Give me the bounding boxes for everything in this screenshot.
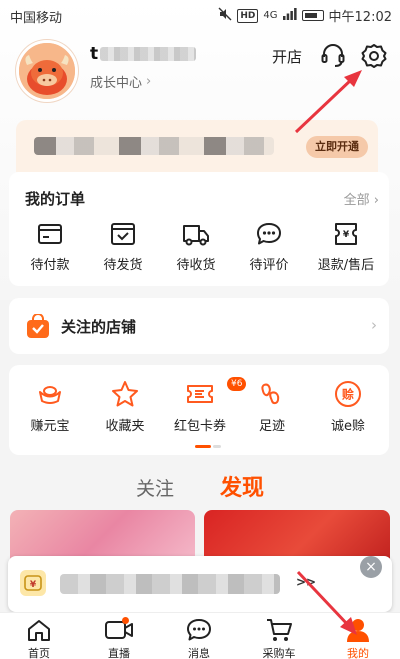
avatar[interactable] bbox=[16, 40, 78, 102]
order-label: 待发货 bbox=[103, 258, 143, 273]
tab-follow[interactable]: 关注 bbox=[136, 474, 174, 501]
order-pending-receipt[interactable]: 待收货 bbox=[161, 220, 231, 273]
followed-shops-card[interactable]: 关注的店铺 › bbox=[9, 298, 389, 354]
promo-arrow: >> bbox=[296, 575, 317, 589]
coupon-icon bbox=[187, 385, 213, 403]
carrier-name: 中国移动 bbox=[10, 11, 63, 26]
nav-label: 消息 bbox=[188, 647, 210, 659]
home-icon bbox=[28, 620, 50, 641]
username: t bbox=[90, 44, 99, 64]
nav-label: 我的 bbox=[347, 647, 369, 659]
mute-icon bbox=[218, 7, 232, 24]
message-icon bbox=[187, 619, 211, 641]
tool-earn-ingot[interactable]: 赚元宝 bbox=[15, 379, 85, 434]
floating-promo-bar[interactable]: ¥ >> × bbox=[8, 556, 392, 612]
clock: 中午12:02 bbox=[328, 10, 392, 25]
order-label: 退款/售后 bbox=[317, 258, 375, 273]
footprint-icon bbox=[261, 383, 280, 405]
wallet-icon bbox=[38, 224, 62, 244]
tool-footprint[interactable]: 足迹 bbox=[237, 379, 307, 434]
tool-favorites[interactable]: 收藏夹 bbox=[90, 379, 160, 434]
order-label: 待付款 bbox=[30, 258, 70, 273]
tool-label: 红包卡券 bbox=[173, 419, 226, 434]
svg-text:¥: ¥ bbox=[30, 580, 37, 590]
chevron-right-icon: › bbox=[146, 74, 152, 89]
activate-now-button[interactable]: 立即开通 bbox=[306, 136, 368, 158]
growth-center-label: 成长中心 bbox=[90, 76, 143, 91]
shop-bag-icon bbox=[25, 313, 51, 340]
person-icon bbox=[347, 619, 369, 642]
truck-icon bbox=[183, 225, 209, 246]
order-label: 待评价 bbox=[249, 258, 289, 273]
close-icon[interactable]: × bbox=[360, 556, 382, 578]
order-pending-payment[interactable]: 待付款 bbox=[15, 220, 85, 273]
refund-icon: ¥ bbox=[335, 223, 357, 245]
svg-text:¥: ¥ bbox=[343, 230, 350, 240]
notification-dot bbox=[122, 617, 129, 624]
order-label: 待收货 bbox=[176, 258, 216, 273]
chat-bubble-icon bbox=[257, 223, 281, 245]
tab-discover[interactable]: 发现 bbox=[220, 470, 264, 502]
ox-avatar-icon bbox=[19, 43, 75, 99]
tool-label: 足迹 bbox=[258, 419, 285, 434]
tool-coupons[interactable]: 红包卡券 bbox=[165, 379, 235, 434]
nav-live[interactable]: 直播 bbox=[89, 617, 149, 659]
order-pending-review[interactable]: 待评价 bbox=[234, 220, 304, 273]
orders-title: 我的订单 bbox=[25, 190, 86, 208]
nav-label: 首页 bbox=[28, 647, 50, 659]
signal-icon: 4G bbox=[263, 10, 278, 21]
order-refund-aftersales[interactable]: ¥ 退款/售后 bbox=[311, 220, 381, 273]
growth-center-link[interactable]: 成长中心 › bbox=[90, 72, 151, 91]
tool-credit[interactable]: 赊 诚e赊 bbox=[313, 379, 383, 434]
nav-label: 采购车 bbox=[262, 647, 296, 659]
hd-badge: HD bbox=[237, 8, 259, 23]
promo-redacted-text bbox=[60, 574, 280, 594]
tool-label: 赚元宝 bbox=[30, 419, 70, 434]
coupon-icon: ¥ bbox=[20, 570, 46, 596]
membership-banner[interactable]: 立即开通 bbox=[16, 120, 378, 172]
cart-icon bbox=[267, 619, 292, 641]
page-indicator bbox=[195, 445, 221, 448]
signal-bars-icon bbox=[282, 8, 297, 23]
battery-icon bbox=[301, 10, 324, 21]
username-row[interactable]: t bbox=[90, 44, 197, 64]
feed-tabs: 关注 发现 bbox=[0, 468, 400, 504]
orders-all-link[interactable]: 全部 › bbox=[344, 189, 379, 208]
nav-label: 直播 bbox=[108, 647, 130, 659]
bottom-navigation: 首页 直播 消息 采购车 我的 bbox=[0, 612, 400, 659]
username-redacted bbox=[100, 47, 197, 61]
credit-icon: 赊 bbox=[335, 381, 361, 407]
tool-label: 诚e赊 bbox=[331, 419, 365, 434]
order-pending-shipment[interactable]: 待发货 bbox=[88, 220, 158, 273]
tools-card: 赚元宝 收藏夹 红包卡券 ¥6 足迹 赊 诚e赊 bbox=[9, 365, 389, 455]
settings-gear-icon[interactable] bbox=[360, 42, 388, 70]
nav-home[interactable]: 首页 bbox=[9, 617, 69, 659]
tool-label: 收藏夹 bbox=[105, 419, 145, 434]
box-check-icon bbox=[111, 223, 135, 245]
ingot-icon bbox=[39, 386, 61, 404]
my-orders-card: 我的订单 全部 › 待付款 待发货 待收货 待评价 ¥ 退款/售后 bbox=[9, 172, 389, 286]
chevron-right-icon: › bbox=[371, 316, 377, 334]
banner-redacted-text bbox=[34, 137, 274, 155]
nav-me[interactable]: 我的 bbox=[328, 617, 388, 659]
svg-text:赊: 赊 bbox=[342, 387, 354, 402]
followed-shops-title: 关注的店铺 bbox=[61, 318, 137, 336]
headset-icon[interactable] bbox=[320, 42, 346, 68]
status-bar: 中国移动 HD 4G 中午12:02 bbox=[0, 0, 400, 30]
nav-messages[interactable]: 消息 bbox=[169, 617, 229, 659]
video-camera-icon bbox=[105, 621, 133, 639]
nav-cart[interactable]: 采购车 bbox=[249, 617, 309, 659]
status-icons: HD 4G 中午12:02 bbox=[218, 6, 392, 25]
star-icon bbox=[112, 381, 138, 407]
open-shop-button[interactable]: 开店 bbox=[272, 46, 302, 67]
